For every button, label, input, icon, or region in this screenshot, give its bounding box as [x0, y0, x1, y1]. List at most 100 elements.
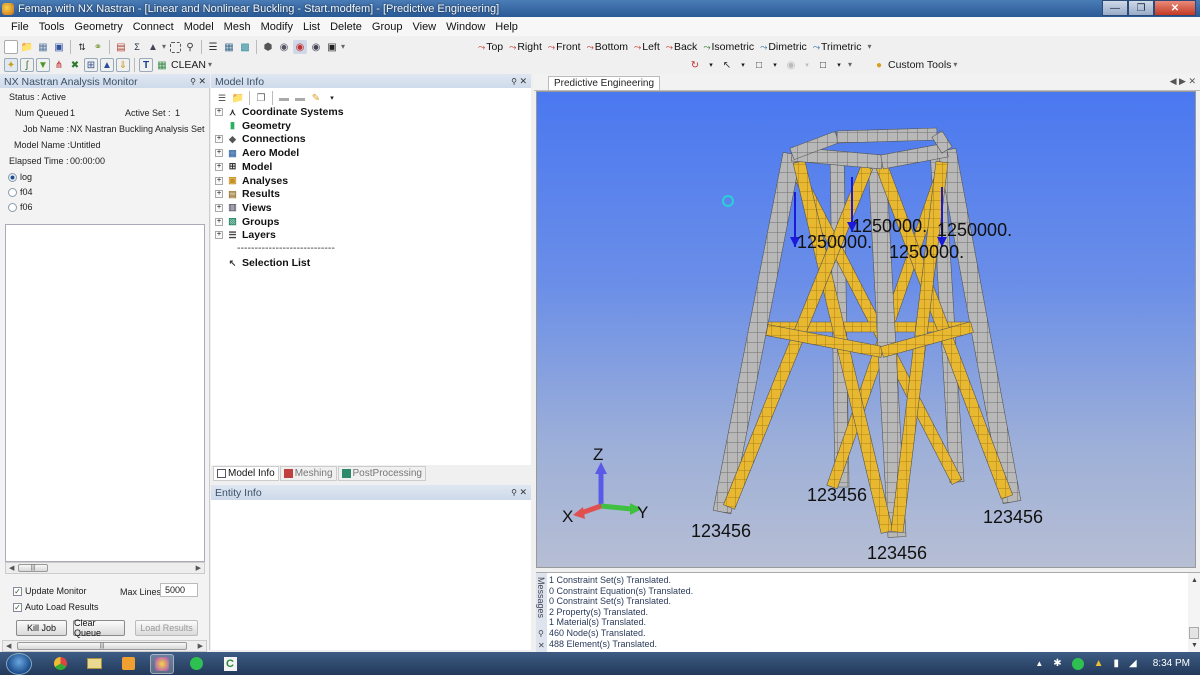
- expand-icon[interactable]: +: [215, 203, 223, 212]
- log-output-box[interactable]: [5, 224, 205, 562]
- show-hidden-icons[interactable]: ▲: [1035, 659, 1043, 668]
- tab-model-info[interactable]: Model Info: [213, 466, 279, 481]
- open-folder-icon[interactable]: 📁: [20, 40, 34, 54]
- toolbar-grip[interactable]: ▾: [867, 42, 873, 52]
- scroll-up-icon[interactable]: ▲: [1191, 577, 1198, 584]
- custom-tools-icon[interactable]: ●: [872, 58, 886, 72]
- selection-list-item[interactable]: ↖ Selection List: [227, 257, 311, 269]
- scroll-right-icon[interactable]: ▶: [198, 642, 203, 650]
- shade-icon[interactable]: ◉: [277, 40, 291, 54]
- graphics-viewport[interactable]: 1250000. 1250000. 1250000. 1250000. 123456 12…: [536, 91, 1196, 568]
- tree-item-geometry[interactable]: +▮Geometry: [215, 120, 291, 132]
- taskbar-femap[interactable]: [150, 653, 174, 674]
- toolbar-grip[interactable]: ▾: [953, 60, 959, 70]
- curve-icon[interactable]: ∫: [20, 58, 34, 72]
- toolbar-grip[interactable]: ▾: [848, 60, 854, 70]
- messages-side-tab[interactable]: Messages ⚲ ✕: [536, 573, 547, 653]
- coord-sys-icon[interactable]: ⋔: [52, 58, 66, 72]
- load-icon[interactable]: ▤: [114, 40, 128, 54]
- view-left-button[interactable]: ⤳ Left: [634, 41, 660, 53]
- scroll-thumb[interactable]: |||: [17, 642, 187, 650]
- tree-item-results[interactable]: + ▤ Results: [215, 188, 280, 200]
- auto-load-results-checkbox[interactable]: ✓ Auto Load Results: [13, 602, 99, 612]
- checkmark-icon[interactable]: ✓: [13, 602, 22, 612]
- render-icon[interactable]: ⬢: [261, 40, 275, 54]
- close-panel-icon[interactable]: ✕: [519, 76, 527, 87]
- view-top-button[interactable]: ⤳ Top: [478, 41, 503, 53]
- toolbar-grip[interactable]: ▾: [162, 42, 168, 52]
- bluetooth-icon[interactable]: ✱: [1053, 658, 1061, 669]
- expand-icon[interactable]: +: [215, 108, 223, 116]
- volume-icon[interactable]: ◢: [1129, 658, 1137, 669]
- menu-tools[interactable]: Tools: [34, 21, 70, 33]
- toolbar-grip[interactable]: ▾: [341, 42, 347, 52]
- log-horizontal-scrollbar[interactable]: ◀ ||| ▶: [5, 562, 205, 574]
- menu-list[interactable]: List: [298, 21, 325, 33]
- expand-icon[interactable]: ▬: [277, 91, 291, 105]
- rotate-icon[interactable]: ↻: [688, 58, 702, 72]
- zoom-icon[interactable]: ⚲: [183, 40, 197, 54]
- window-icon[interactable]: □: [816, 58, 830, 72]
- custom-tools-label[interactable]: Custom Tools: [888, 59, 951, 71]
- close-panel-icon[interactable]: ✕: [519, 487, 527, 498]
- expand-icon[interactable]: +: [215, 176, 223, 185]
- menu-model[interactable]: Model: [179, 21, 219, 33]
- minimize-button[interactable]: —: [1102, 0, 1128, 16]
- pin-icon[interactable]: ⚲: [511, 77, 517, 86]
- dropdown-arrow-icon[interactable]: ▾: [704, 58, 718, 72]
- viewport-tab[interactable]: Predictive Engineering: [548, 76, 661, 90]
- panel-horizontal-scrollbar[interactable]: ◀ ||| ▶: [2, 640, 207, 652]
- view-isometric-button[interactable]: ⤳ Isometric: [703, 41, 754, 53]
- model-icon[interactable]: ▦: [36, 40, 50, 54]
- checkmark-icon[interactable]: ✓: [13, 586, 22, 596]
- toolbar-grip[interactable]: ▾: [208, 60, 214, 70]
- constraint-icon[interactable]: ⇓: [116, 58, 130, 72]
- select-cursor-icon[interactable]: □: [752, 58, 766, 72]
- scroll-left-icon[interactable]: ◀: [9, 564, 14, 572]
- kill-job-button[interactable]: Kill Job: [16, 620, 67, 636]
- menu-modify[interactable]: Modify: [256, 21, 298, 33]
- scroll-down-icon[interactable]: ▼: [1191, 642, 1198, 649]
- table-icon[interactable]: ▦: [222, 40, 236, 54]
- view-back-button[interactable]: ⤳ Back: [666, 41, 698, 53]
- dropdown-arrow-icon[interactable]: ▾: [768, 58, 782, 72]
- pin-icon[interactable]: ⚲: [190, 77, 196, 86]
- menu-mesh[interactable]: Mesh: [219, 21, 256, 33]
- expand-icon[interactable]: +: [215, 135, 223, 144]
- dropdown-arrow-icon[interactable]: ▾: [325, 91, 339, 105]
- update-monitor-checkbox[interactable]: ✓ Update Monitor: [13, 586, 87, 596]
- dropdown-arrow-icon[interactable]: ▾: [832, 58, 846, 72]
- restore-button[interactable]: ❐: [1128, 0, 1154, 16]
- expand-icon[interactable]: +: [215, 149, 223, 158]
- expand-icon[interactable]: +: [215, 231, 223, 240]
- pin-icon[interactable]: ⚲: [511, 488, 517, 497]
- analysis-icon[interactable]: ▲: [146, 40, 160, 54]
- tab-postprocessing[interactable]: PostProcessing: [337, 466, 426, 481]
- link-icon[interactable]: ⚭: [91, 40, 105, 54]
- free-edge-icon[interactable]: ◉: [293, 40, 307, 54]
- menu-geometry[interactable]: Geometry: [69, 21, 127, 33]
- taskbar-camtasia[interactable]: C: [218, 654, 242, 674]
- mesh-icon[interactable]: ▲: [100, 58, 114, 72]
- expand-icon[interactable]: +: [215, 162, 223, 171]
- radio-dot[interactable]: [8, 202, 17, 212]
- tree-item-analyses[interactable]: + ▣ Analyses: [215, 175, 288, 187]
- view-trimetric-button[interactable]: ⤳ Trimetric: [813, 41, 862, 53]
- clean-icon[interactable]: ▦: [155, 58, 169, 72]
- collapse-icon[interactable]: ▬: [293, 91, 307, 105]
- menu-group[interactable]: Group: [367, 21, 408, 33]
- tree-item-model[interactable]: + ⊞ Model: [215, 161, 272, 173]
- list-icon[interactable]: ☰: [206, 40, 220, 54]
- renumber-icon[interactable]: ⇅: [75, 40, 89, 54]
- clean-label[interactable]: CLEAN: [171, 59, 206, 71]
- start-button[interactable]: [6, 652, 32, 675]
- menu-view[interactable]: View: [407, 21, 441, 33]
- close-panel-icon[interactable]: ✕: [198, 76, 206, 87]
- radio-f04[interactable]: f04: [8, 187, 33, 197]
- clock[interactable]: 8:34 PM: [1153, 658, 1190, 669]
- sort-icon[interactable]: ☰: [215, 91, 229, 105]
- pin-icon[interactable]: ⚲: [538, 629, 544, 638]
- scroll-thumb[interactable]: |||: [18, 564, 48, 572]
- close-panel-icon[interactable]: ✕: [538, 641, 545, 650]
- taskbar-spotify[interactable]: [184, 654, 208, 674]
